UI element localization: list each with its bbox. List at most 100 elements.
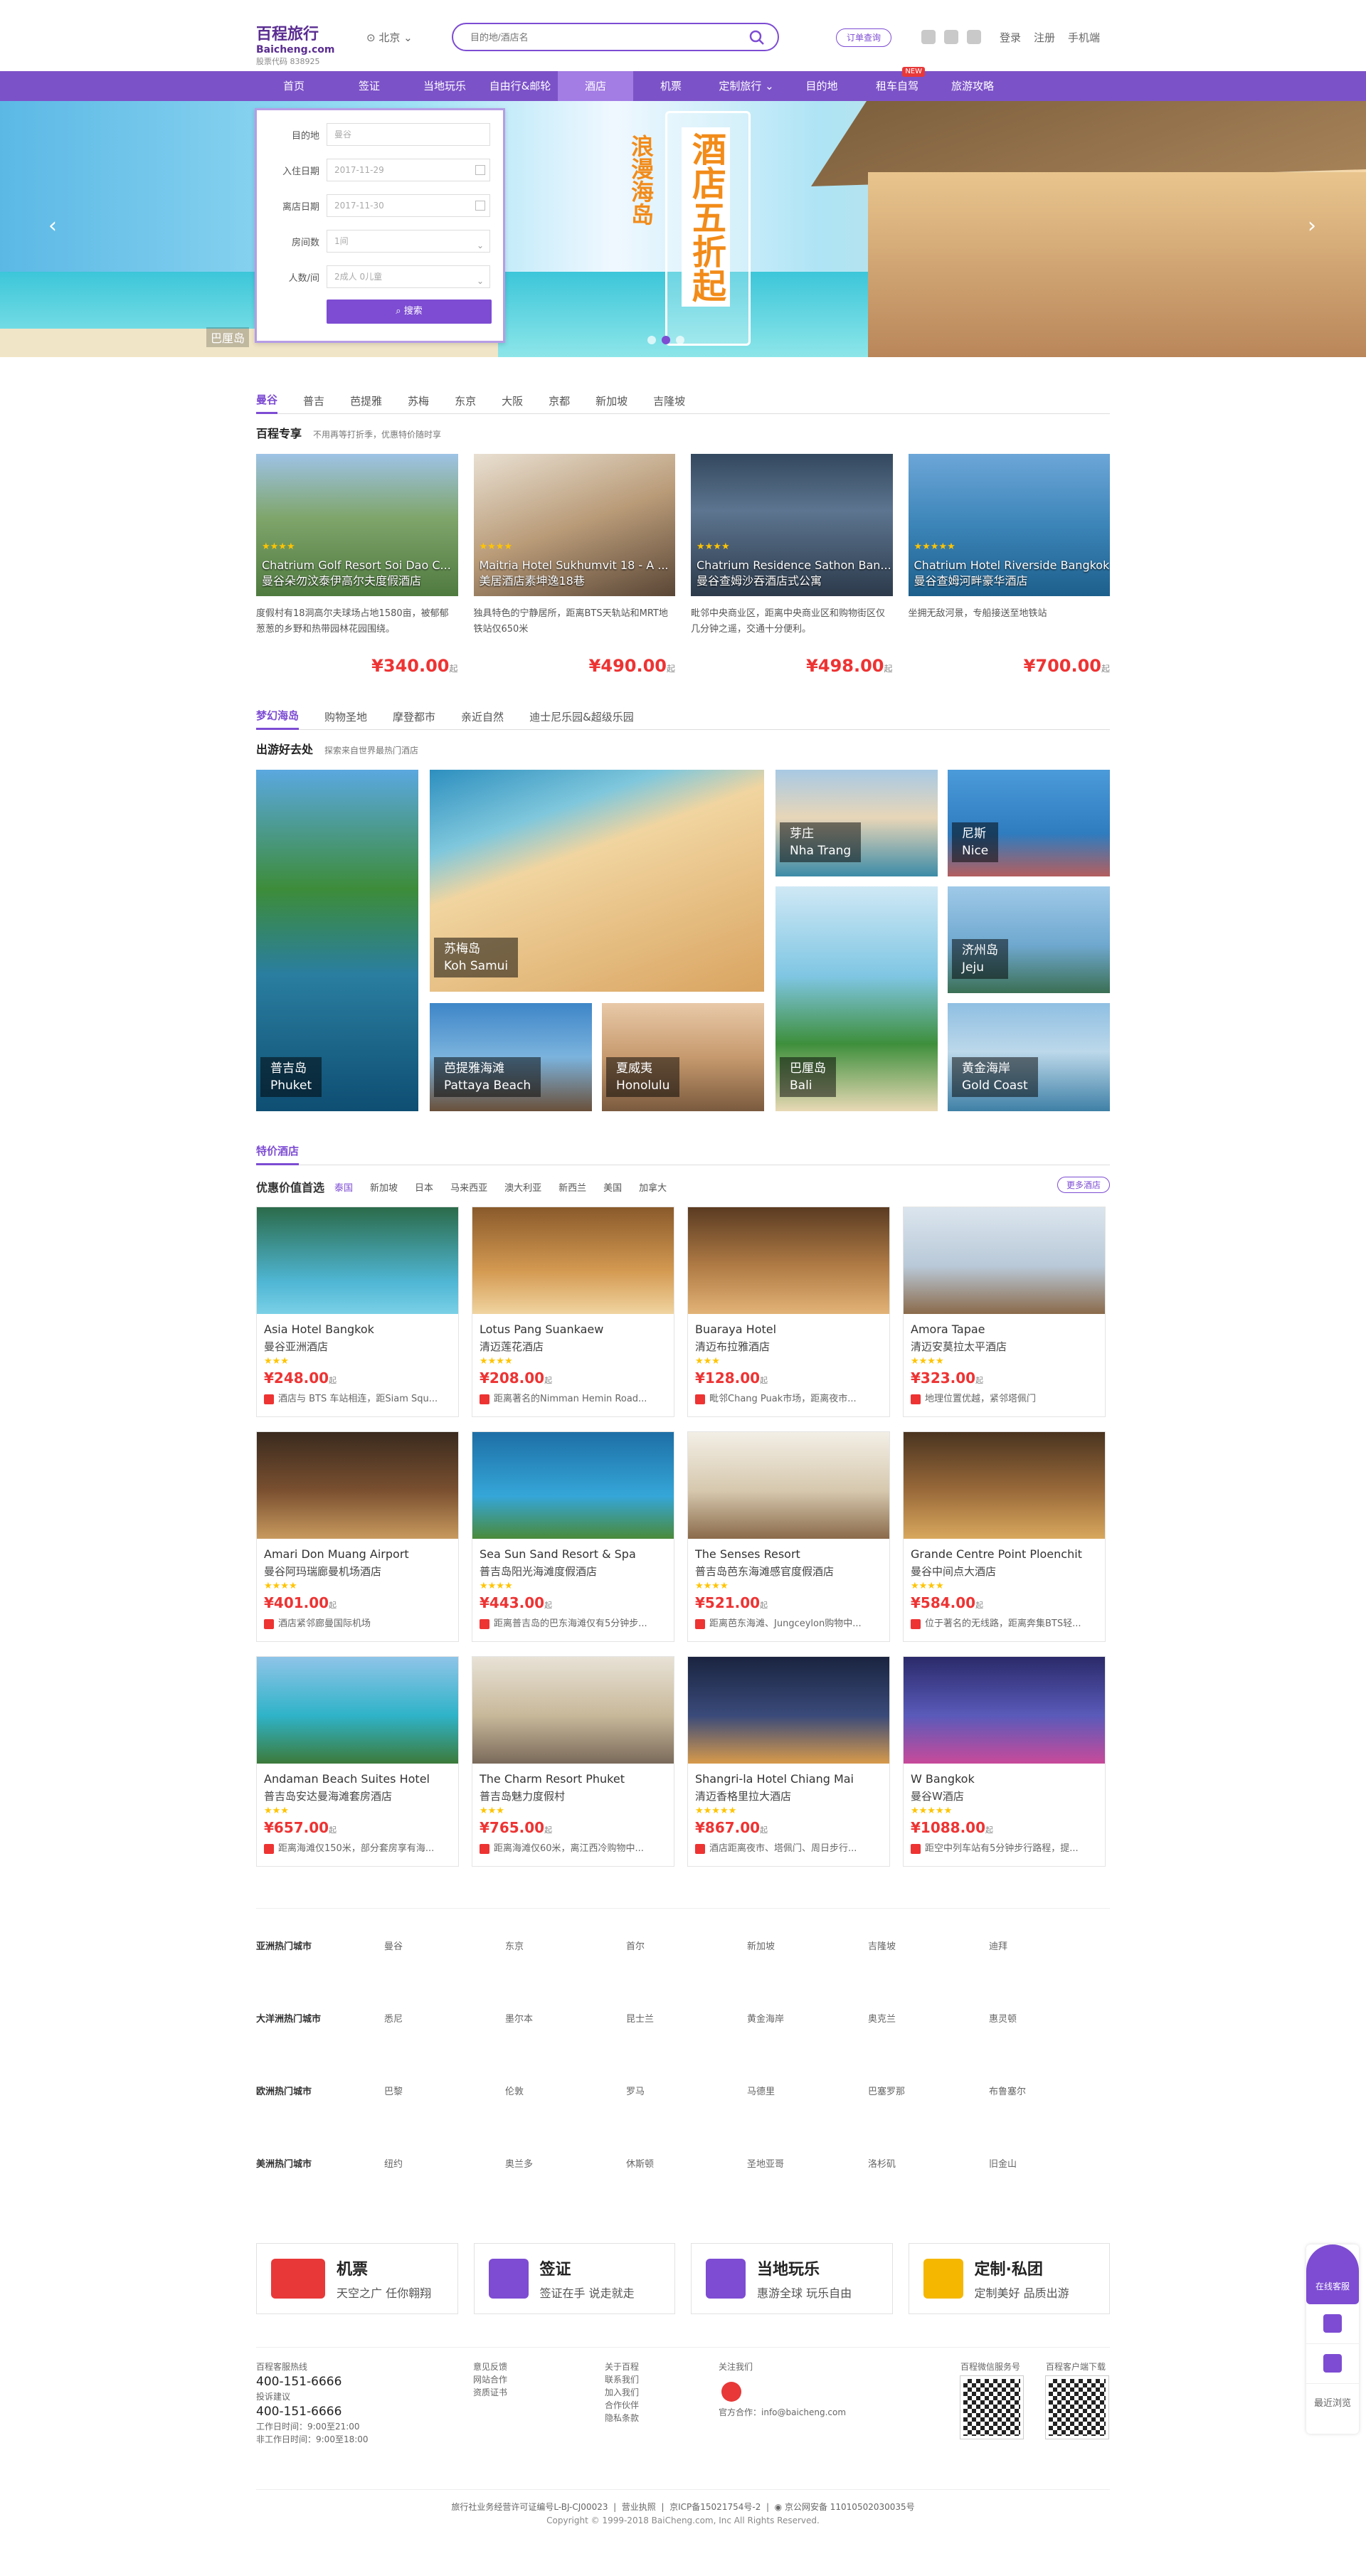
- tab-city[interactable]: 普吉: [303, 389, 324, 413]
- destination-tile[interactable]: 芽庄 Nha Trang: [775, 770, 938, 876]
- carousel-dot[interactable]: [647, 336, 656, 344]
- footer-link[interactable]: 意见反馈: [473, 2360, 507, 2373]
- tab-theme[interactable]: 迪士尼乐园&超级乐园: [529, 705, 634, 729]
- footer-link[interactable]: 关于百程: [605, 2360, 639, 2373]
- tab-city[interactable]: 芭提雅: [350, 389, 382, 413]
- guests-select[interactable]: 2成人 0儿童 ⌄: [327, 265, 490, 288]
- exclusive-card[interactable]: ★★★★ Chatrium Golf Resort Soi Dao C... 曼谷…: [256, 454, 458, 676]
- city-link[interactable]: 东京: [505, 1939, 626, 2011]
- nav-home[interactable]: 首页: [256, 71, 332, 101]
- city-link[interactable]: 伦敦: [505, 2084, 626, 2156]
- country-tab[interactable]: 新西兰: [558, 1180, 586, 1194]
- search-input[interactable]: [453, 24, 724, 50]
- chevron-right-icon[interactable]: ›: [1308, 213, 1316, 238]
- hotel-card[interactable]: Grande Centre Point Ploenchit 曼谷中间点大酒店 ★★★…: [903, 1431, 1106, 1642]
- tab-theme[interactable]: 摩登都市: [393, 705, 435, 729]
- country-tab[interactable]: 美国: [603, 1180, 622, 1194]
- tab-city[interactable]: 京都: [549, 389, 570, 413]
- hero-banner[interactable]: 浪漫海岛 酒店五折起 巴厘岛 ‹ ›: [0, 101, 1366, 357]
- tab-city[interactable]: 曼谷: [256, 388, 278, 414]
- hotel-card[interactable]: Amari Don Muang Airport 曼谷阿玛瑞廊曼机场酒店 ★★★★ ¥4…: [256, 1431, 459, 1642]
- tab-theme[interactable]: 亲近自然: [461, 705, 504, 729]
- city-link[interactable]: 旧金山: [989, 2156, 1110, 2229]
- hotel-card[interactable]: Amora Tapae 清迈安莫拉太平酒店 ★★★★ ¥323.00起 地理位置优越，紧…: [903, 1207, 1106, 1417]
- business-license-link[interactable]: 营业执照: [622, 2502, 656, 2512]
- destination-tile[interactable]: 巴厘岛 Bali: [775, 886, 938, 1111]
- order-query-button[interactable]: 订单查询: [836, 28, 892, 47]
- country-tab[interactable]: 日本: [415, 1180, 433, 1194]
- more-hotels-button[interactable]: 更多酒店: [1057, 1177, 1110, 1193]
- footer-link[interactable]: 合作伙伴: [605, 2399, 639, 2412]
- hotel-card[interactable]: The Charm Resort Phuket 普吉岛魅力度假村 ★★★ ¥765.0…: [472, 1656, 674, 1867]
- hotel-card[interactable]: Lotus Pang Suankaew 清迈莲花酒店 ★★★★ ¥208.00起 距离著…: [472, 1207, 674, 1417]
- footer-link[interactable]: 联系我们: [605, 2373, 639, 2386]
- city-link[interactable]: 墨尔本: [505, 2011, 626, 2084]
- carousel-dot-active[interactable]: [662, 336, 670, 344]
- city-selector[interactable]: ⊙ 北京 ⌄: [366, 30, 413, 45]
- city-link[interactable]: 奥兰多: [505, 2156, 626, 2229]
- chevron-left-icon[interactable]: ‹: [48, 213, 57, 238]
- footer-link[interactable]: 隐私条款: [605, 2412, 639, 2424]
- city-link[interactable]: 布鲁塞尔: [989, 2084, 1110, 2156]
- city-link[interactable]: 吉隆坡: [868, 1939, 989, 2011]
- dest-input[interactable]: 曼谷: [327, 123, 490, 146]
- hotel-card[interactable]: Sea Sun Sand Resort & Spa 普吉岛阳光海滩度假酒店 ★★★★…: [472, 1431, 674, 1642]
- recent-viewed-button[interactable]: 最近浏览: [1306, 2384, 1359, 2434]
- city-link[interactable]: 悉尼: [384, 2011, 505, 2084]
- city-link[interactable]: 奥克兰: [868, 2011, 989, 2084]
- tab-city[interactable]: 苏梅: [408, 389, 429, 413]
- exclusive-card[interactable]: ★★★★ Chatrium Residence Sathon Ban... 曼谷查…: [691, 454, 893, 676]
- nav-guides[interactable]: 旅游攻略: [935, 71, 1010, 101]
- tab-theme[interactable]: 购物圣地: [324, 705, 367, 729]
- country-tab[interactable]: 澳大利亚: [504, 1180, 541, 1194]
- wechat-button[interactable]: [1306, 2344, 1359, 2384]
- city-link[interactable]: 新加坡: [747, 1939, 868, 2011]
- destination-tile[interactable]: 黄金海岸 Gold Coast: [948, 1003, 1110, 1111]
- checkout-input[interactable]: 2017-11-30: [327, 194, 490, 217]
- hotel-card[interactable]: The Senses Resort 普吉岛芭东海滩感官度假酒店 ★★★★ ¥521.0…: [687, 1431, 890, 1642]
- nav-flights[interactable]: 机票: [633, 71, 709, 101]
- city-link[interactable]: 休斯顿: [626, 2156, 747, 2229]
- exclusive-card[interactable]: ★★★★ Maitria Hotel Sukhumvit 18 - A ... 美…: [473, 454, 675, 676]
- qr-code-button[interactable]: [1306, 2304, 1359, 2344]
- city-link[interactable]: 巴黎: [384, 2084, 505, 2156]
- complaint-number[interactable]: 400-151-6666: [256, 2403, 369, 2420]
- register-link[interactable]: 注册: [1034, 30, 1055, 45]
- country-tab[interactable]: 加拿大: [639, 1180, 667, 1194]
- hotel-card[interactable]: Andaman Beach Suites Hotel 普吉岛安达曼海滩套房酒店 ★★…: [256, 1656, 459, 1867]
- service-custom[interactable]: 定制·私团 定制美好 品质出游: [908, 2243, 1110, 2314]
- hotel-card[interactable]: Shangri-la Hotel Chiang Mai 清迈香格里拉大酒店 ★★★★…: [687, 1656, 890, 1867]
- country-tab[interactable]: 新加坡: [370, 1180, 398, 1194]
- tab-city[interactable]: 新加坡: [595, 389, 628, 413]
- city-link[interactable]: 洛杉矶: [868, 2156, 989, 2229]
- footer-link[interactable]: 网站合作: [473, 2373, 507, 2386]
- mobile-link[interactable]: 手机端: [1068, 30, 1100, 45]
- city-link[interactable]: 巴塞罗那: [868, 2084, 989, 2156]
- tab-theme[interactable]: 梦幻海岛: [256, 704, 300, 730]
- city-link[interactable]: 曼谷: [384, 1939, 505, 2011]
- hotel-card[interactable]: W Bangkok 曼谷W酒店 ★★★★★ ¥1088.00起 距空中列车站有5分钟步行…: [903, 1656, 1106, 1867]
- service-flights[interactable]: 机票 天空之广 任你翱翔: [256, 2243, 458, 2314]
- destination-tile[interactable]: 夏威夷 Honolulu: [602, 1003, 764, 1111]
- weibo-icon[interactable]: [721, 2382, 741, 2402]
- nav-local-fun[interactable]: 当地玩乐: [407, 71, 482, 101]
- carousel-dot[interactable]: [676, 336, 684, 344]
- country-tab[interactable]: 泰国: [334, 1180, 353, 1194]
- nav-free-travel[interactable]: 自由行&邮轮: [482, 71, 558, 101]
- hotel-card[interactable]: Buaraya Hotel 清迈布拉雅酒店 ★★★ ¥128.00起 毗邻Chang P…: [687, 1207, 890, 1417]
- user-icon[interactable]: [967, 30, 981, 44]
- destination-tile[interactable]: 普吉岛 Phuket: [256, 770, 418, 1111]
- city-link[interactable]: 马德里: [747, 2084, 868, 2156]
- nav-hotel[interactable]: 酒店: [558, 71, 633, 101]
- destination-tile[interactable]: 芭提雅海滩 Pattaya Beach: [430, 1003, 592, 1111]
- nav-visa[interactable]: 签证: [332, 71, 407, 101]
- icp-link[interactable]: 京ICP备15021754号-2: [669, 2502, 761, 2512]
- police-link[interactable]: 京公网安备 11010502030035号: [785, 2502, 915, 2512]
- city-link[interactable]: 罗马: [626, 2084, 747, 2156]
- destination-tile[interactable]: 尼斯 Nice: [948, 770, 1110, 876]
- wechat-icon[interactable]: [944, 30, 958, 44]
- city-link[interactable]: 首尔: [626, 1939, 747, 2011]
- city-link[interactable]: 黄金海岸: [747, 2011, 868, 2084]
- city-link[interactable]: 圣地亚哥: [747, 2156, 868, 2229]
- service-visa[interactable]: 签证 签证在手 说走就走: [473, 2243, 675, 2314]
